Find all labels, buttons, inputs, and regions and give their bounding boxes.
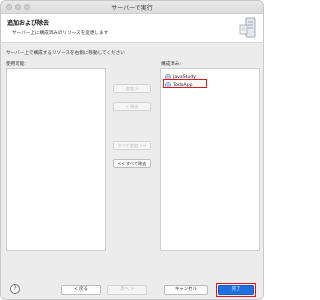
title-bar: サーバーで実行 bbox=[1, 1, 263, 14]
dialog-window: サーバーで実行 追加および除去 サーバー上に構成済みのリソースを変更します サー… bbox=[0, 0, 264, 300]
back-button[interactable]: < 戻る bbox=[61, 285, 101, 295]
window-title: サーバーで実行 bbox=[111, 5, 153, 12]
available-resources-list[interactable] bbox=[6, 68, 106, 251]
page-description: サーバー上に構成済みのリソースを変更します bbox=[12, 31, 109, 36]
next-button[interactable]: 次へ > bbox=[107, 285, 147, 295]
wizard-header: 追加および除去 サーバー上に構成済みのリソースを変更します bbox=[1, 14, 263, 43]
help-icon[interactable]: ? bbox=[10, 284, 20, 294]
todoapp-highlight-box bbox=[163, 79, 207, 88]
remove-button[interactable]: < 除去 bbox=[113, 102, 151, 111]
page-title: 追加および除去 bbox=[7, 20, 50, 27]
available-label: 使用可能: bbox=[6, 62, 26, 67]
configured-label: 構成済み: bbox=[161, 62, 181, 67]
add-all-button[interactable]: すべて追加 >> bbox=[113, 141, 151, 150]
remove-all-button[interactable]: << すべて除去 bbox=[113, 159, 151, 168]
configured-resources-list[interactable]: JavaStudy TodoApp bbox=[160, 68, 260, 251]
server-banner-icon bbox=[239, 17, 256, 38]
cancel-button[interactable]: キャンセル bbox=[164, 285, 208, 295]
add-button[interactable]: 追加 > bbox=[113, 84, 151, 93]
finish-highlight-box bbox=[216, 283, 256, 297]
instruction-text: サーバー上で構成するリソースを右側に移動してください bbox=[6, 51, 125, 56]
